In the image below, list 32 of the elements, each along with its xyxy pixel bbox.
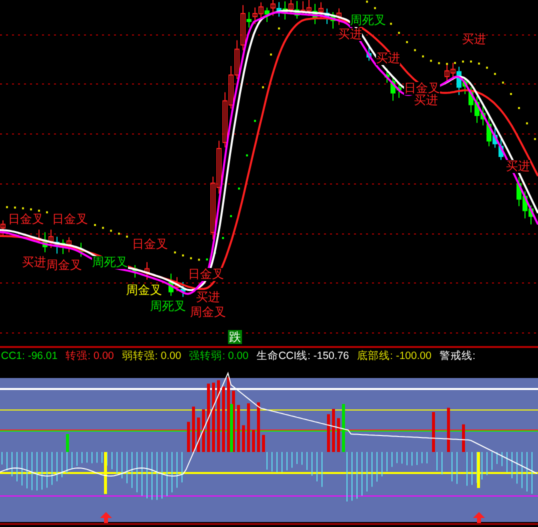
indicator-value: 生命CCI线: -150.76 — [256, 349, 349, 363]
chart-annotation: 周金叉 — [126, 284, 162, 297]
signal-badge: 跌 — [228, 330, 242, 344]
candlestick — [132, 264, 138, 278]
chart-annotation: 买进 — [196, 291, 220, 304]
indicator-value: 弱转强: 0.00 — [122, 349, 182, 363]
chart-annotation: 周死叉 — [92, 256, 128, 269]
candlestick — [78, 242, 84, 258]
chart-annotation: 日金叉 — [52, 213, 88, 226]
candlestick — [0, 220, 6, 236]
chart-annotation: 周死叉 — [150, 300, 186, 313]
indicator-value: 警戒线: — [439, 349, 476, 363]
chart-annotation: 周死叉 — [350, 14, 386, 27]
chart-annotation: 买进 — [414, 94, 438, 107]
chart-annotation: 日金叉 — [132, 238, 168, 251]
indicator-value: 底部线: -100.00 — [357, 349, 432, 363]
indicator-value: 强转弱: 0.00 — [189, 349, 248, 363]
chart-annotation: 日金叉 — [404, 82, 440, 95]
indicator-value: CC1: -96.01 — [1, 350, 58, 362]
chart-annotation: 周金叉 — [190, 306, 226, 319]
chart-annotation: 买进 — [462, 33, 486, 46]
candlestick — [144, 262, 150, 280]
up-arrow-icon — [100, 512, 112, 523]
chart-annotation: 买进 — [22, 256, 46, 269]
chart-annotation: 买进 — [376, 52, 400, 65]
chart-annotation: 买进 — [506, 160, 530, 173]
up-arrow-icon — [473, 512, 485, 523]
chart-annotation: 周金叉 — [46, 259, 82, 272]
chart-annotation: 日金叉 — [188, 268, 224, 281]
chart-annotation: 买进 — [338, 28, 362, 41]
indicator-value: 转强: 0.00 — [66, 349, 114, 363]
chart-annotation: 日金叉 — [8, 213, 44, 226]
